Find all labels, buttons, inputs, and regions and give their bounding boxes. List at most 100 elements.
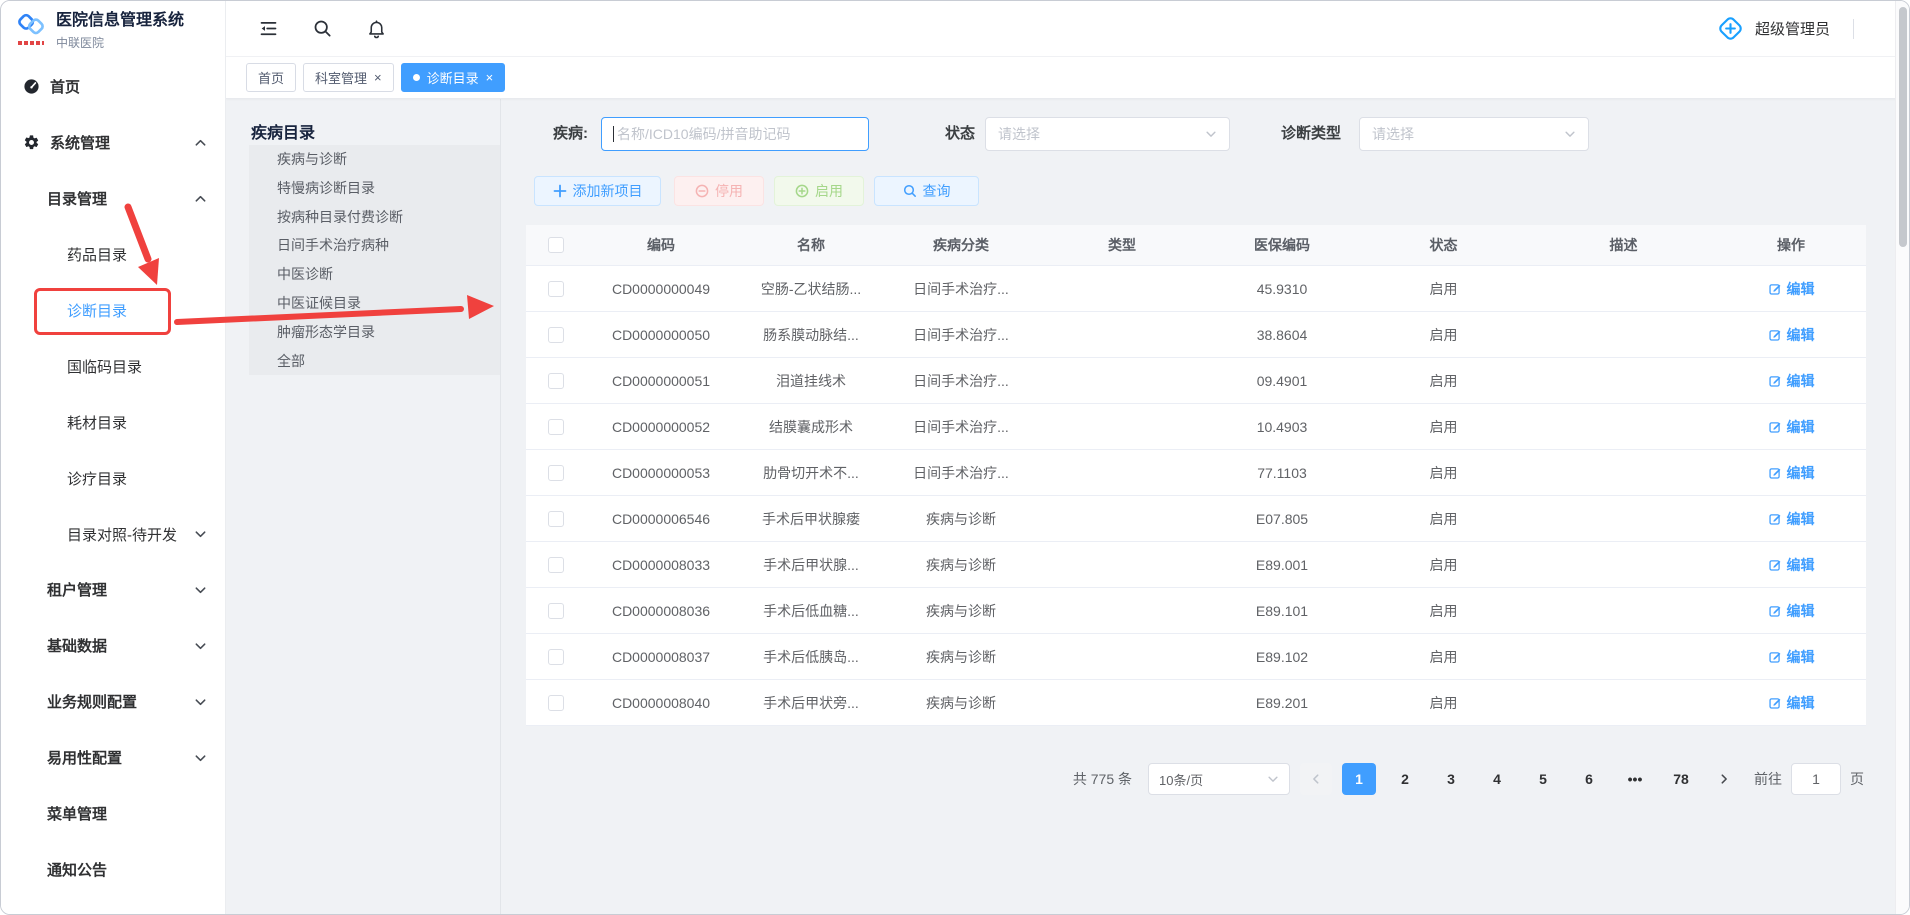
collapse-menu-icon[interactable] [258,18,279,39]
row-checkbox-cell [526,542,586,587]
tab-科室管理[interactable]: 科室管理 × [303,63,394,92]
bell-icon[interactable] [366,18,387,39]
row-checkbox[interactable] [548,603,564,619]
sidebar-item-首页[interactable]: 首页 [1,59,225,115]
sidebar-item-系统管理[interactable]: 系统管理 [1,115,225,171]
chevron-down-icon [194,584,207,596]
row-checkbox[interactable] [548,465,564,481]
catalog-item-全部[interactable]: 全部 [249,347,500,376]
edit-button[interactable]: 编辑 [1768,417,1815,437]
sidebar-item-业务规则配置[interactable]: 业务规则配置 [1,674,225,730]
cell-action: 编辑 [1716,588,1866,633]
pager-more[interactable]: ••• [1618,763,1652,795]
edit-button[interactable]: 编辑 [1768,371,1815,391]
page-button-4[interactable]: 4 [1480,763,1514,795]
sidebar-item-国临码目录[interactable]: 国临码目录 [1,338,225,394]
edit-icon [1768,466,1782,480]
row-checkbox[interactable] [548,649,564,665]
cell-action: 编辑 [1716,634,1866,679]
sidebar-item-label: 目录管理 [47,188,107,209]
catalog-item-日间手术治疗病种[interactable]: 日间手术治疗病种 [249,231,500,260]
sidebar-item-label: 药品目录 [67,244,127,265]
edit-button[interactable]: 编辑 [1768,647,1815,667]
next-page-button[interactable] [1708,763,1740,795]
catalog-item-肿瘤形态学目录[interactable]: 肿瘤形态学目录 [249,318,500,347]
disease-search-input[interactable] [601,117,869,151]
close-tab-icon[interactable]: × [374,71,382,84]
page-size-select[interactable]: 10条/页 [1148,763,1290,795]
edit-icon [1768,512,1782,526]
sidebar-item-目录管理[interactable]: 目录管理 [1,171,225,227]
chevron-left-icon [1310,773,1322,785]
search-icon[interactable] [312,18,333,39]
sidebar-item-药品目录[interactable]: 药品目录 [1,227,225,283]
catalog-item-中医证候目录[interactable]: 中医证候目录 [249,289,500,318]
row-checkbox[interactable] [548,511,564,527]
status-select[interactable]: 请选择 [985,117,1230,151]
edit-button[interactable]: 编辑 [1768,693,1815,713]
edit-button[interactable]: 编辑 [1768,601,1815,621]
scrollbar-thumb[interactable] [1899,7,1907,247]
sidebar-item-菜单管理[interactable]: 菜单管理 [1,786,225,842]
tab-首页[interactable]: 首页 [246,63,296,92]
goto-page-input[interactable] [1791,763,1841,795]
page-button-2[interactable]: 2 [1388,763,1422,795]
diagnosis-type-select[interactable]: 请选择 [1359,117,1589,151]
cell-name: 结膜囊成形术 [736,404,886,449]
sidebar-item-易用性配置[interactable]: 易用性配置 [1,730,225,786]
row-checkbox[interactable] [548,557,564,573]
edit-button[interactable]: 编辑 [1768,555,1815,575]
edit-button[interactable]: 编辑 [1768,509,1815,529]
page-button-3[interactable]: 3 [1434,763,1468,795]
row-checkbox[interactable] [548,373,564,389]
sidebar-item-通知公告[interactable]: 通知公告 [1,841,225,897]
circle-plus-icon [795,184,809,198]
catalog-item-中医诊断[interactable]: 中医诊断 [249,260,500,289]
sidebar-item-诊疗目录[interactable]: 诊疗目录 [1,450,225,506]
disable-button[interactable]: 停用 [674,176,764,206]
row-checkbox[interactable] [548,695,564,711]
tab-诊断目录[interactable]: 诊断目录× [401,63,506,92]
sidebar-item-基础数据[interactable]: 基础数据 [1,618,225,674]
user-area[interactable]: 超级管理员 [1717,15,1909,42]
row-checkbox[interactable] [548,419,564,435]
topbar-icons [226,18,387,39]
page-button-5[interactable]: 5 [1526,763,1560,795]
enable-label: 启用 [815,181,843,201]
row-checkbox[interactable] [548,281,564,297]
sidebar-item-诊断目录[interactable]: 诊断目录 [1,283,225,339]
cell-action: 编辑 [1716,542,1866,587]
edit-button[interactable]: 编辑 [1768,325,1815,345]
cell-insurance_code: 38.8604 [1208,312,1356,357]
page-button-1[interactable]: 1 [1342,763,1376,795]
cell-type [1036,542,1208,587]
cell-code: CD0000000053 [586,450,736,495]
row-checkbox[interactable] [548,327,564,343]
page-button-6[interactable]: 6 [1572,763,1606,795]
sidebar-item-耗材目录[interactable]: 耗材目录 [1,394,225,450]
add-item-button[interactable]: 添加新项目 [534,176,661,206]
prev-page-button[interactable] [1300,763,1332,795]
query-button[interactable]: 查询 [874,176,979,206]
edit-label: 编辑 [1787,647,1815,667]
tab-label: 科室管理 [315,68,367,87]
page-button-78[interactable]: 78 [1664,763,1698,795]
scrollbar-track[interactable] [1895,1,1909,914]
cell-type [1036,680,1208,725]
edit-label: 编辑 [1787,279,1815,299]
disease-search-field[interactable] [615,125,857,143]
catalog-item-按病种目录付费诊断[interactable]: 按病种目录付费诊断 [249,203,500,232]
sidebar-item-目录对照-待开发[interactable]: 目录对照-待开发 [1,506,225,562]
total-count: 共 775 条 [1073,769,1132,789]
cell-status: 启用 [1356,404,1531,449]
close-tab-icon[interactable]: × [486,71,494,84]
sidebar-item-label: 租户管理 [47,579,107,600]
catalog-item-疾病与诊断[interactable]: 疾病与诊断 [249,145,500,174]
edit-button[interactable]: 编辑 [1768,279,1815,299]
sidebar-item-租户管理[interactable]: 租户管理 [1,562,225,618]
edit-button[interactable]: 编辑 [1768,463,1815,483]
catalog-item-特慢病诊断目录[interactable]: 特慢病诊断目录 [249,174,500,203]
select-all-checkbox[interactable] [548,237,564,253]
cell-description [1531,312,1716,357]
enable-button[interactable]: 启用 [774,176,864,206]
